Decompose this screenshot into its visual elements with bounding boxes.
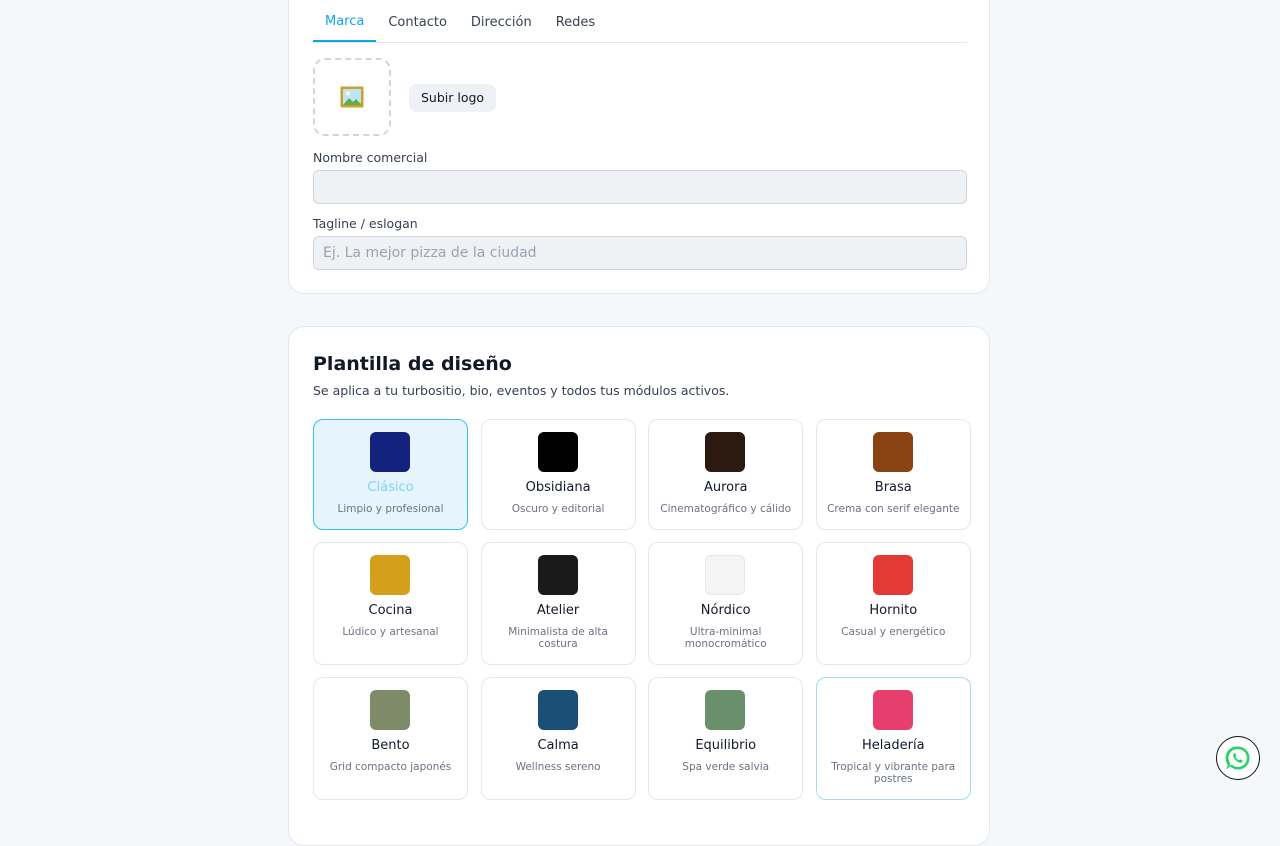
template-name: Brasa	[874, 480, 912, 495]
template-description: Minimalista de alta costura	[508, 626, 608, 650]
template-name: Hornito	[869, 603, 918, 618]
template-option-cocina[interactable]: Cocina Lúdico y artesanal	[313, 542, 468, 665]
template-option-atelier[interactable]: Atelier Minimalista de alta costura	[480, 542, 636, 665]
template-description: Grid compacto japonés	[329, 761, 452, 773]
template-section-title: Plantilla de diseño	[313, 353, 512, 375]
template-description: Limpio y profesional	[337, 503, 444, 515]
template-name: Clásico	[367, 480, 414, 495]
template-option-clasico[interactable]: Clásico Limpio y profesional	[313, 419, 468, 530]
logo-upload-area[interactable]	[313, 58, 391, 136]
template-name: Heladería	[862, 738, 925, 753]
template-name: Bento	[371, 738, 410, 753]
color-swatch	[370, 690, 410, 730]
template-name: Aurora	[703, 480, 748, 495]
color-swatch	[537, 432, 578, 472]
template-option-heladeria[interactable]: Heladería Tropical y vibrante para postr…	[815, 677, 971, 800]
template-name: Calma	[537, 738, 579, 753]
color-swatch	[872, 432, 913, 472]
tab-contacto[interactable]: Contacto	[376, 1, 459, 41]
template-description: Lúdico y artesanal	[342, 626, 439, 638]
template-description: Cinematográfico y cálido	[660, 503, 792, 515]
color-swatch	[705, 690, 746, 730]
template-option-bento[interactable]: Bento Grid compacto japonés	[313, 677, 468, 800]
template-description: Crema con serif elegante	[827, 503, 960, 515]
color-swatch	[370, 555, 410, 595]
color-swatch	[872, 555, 913, 595]
template-description: Tropical y vibrante para postres	[831, 761, 956, 785]
color-swatch	[537, 690, 578, 730]
template-grid: Clásico Limpio y profesional Obsidiana O…	[313, 419, 971, 800]
color-swatch	[705, 555, 746, 595]
brand-tabs: Marca Contacto Dirección Redes	[313, 1, 967, 43]
template-name: Nórdico	[700, 603, 751, 618]
tab-marca[interactable]: Marca	[313, 1, 377, 42]
tab-direccion[interactable]: Dirección	[459, 1, 544, 41]
tab-redes[interactable]: Redes	[544, 1, 607, 41]
brand-card: Marca Contacto Dirección Redes Subir log…	[288, 0, 990, 294]
template-description: Oscuro y editorial	[511, 503, 605, 515]
template-option-nordico[interactable]: Nórdico Ultra-minimal monocromático	[648, 542, 804, 665]
tagline-input[interactable]	[313, 236, 967, 270]
template-option-obsidiana[interactable]: Obsidiana Oscuro y editorial	[480, 419, 636, 530]
color-swatch	[537, 555, 578, 595]
upload-logo-button[interactable]: Subir logo	[409, 84, 497, 112]
template-name: Atelier	[536, 603, 580, 618]
template-description: Ultra-minimal monocromático	[684, 626, 767, 650]
template-option-equilibrio[interactable]: Equilibrio Spa verde salvia	[648, 677, 804, 800]
template-description: Casual y energético	[841, 626, 946, 638]
business-name-input[interactable]	[313, 170, 967, 204]
color-swatch	[705, 432, 746, 472]
template-option-hornito[interactable]: Hornito Casual y energético	[815, 542, 971, 665]
template-name: Obsidiana	[525, 480, 591, 495]
whatsapp-icon	[1225, 746, 1250, 770]
framed-picture-icon	[340, 86, 364, 108]
business-name-label: Nombre comercial	[313, 150, 428, 165]
color-swatch	[370, 432, 410, 472]
template-option-aurora[interactable]: Aurora Cinematográfico y cálido	[648, 419, 804, 530]
template-card: Plantilla de diseño Se aplica a tu turbo…	[288, 326, 990, 846]
template-option-brasa[interactable]: Brasa Crema con serif elegante	[815, 419, 971, 530]
template-description: Spa verde salvia	[682, 761, 770, 773]
template-name: Cocina	[368, 603, 413, 618]
tagline-label: Tagline / eslogan	[313, 216, 418, 231]
color-swatch	[872, 690, 913, 730]
template-name: Equilibrio	[695, 738, 757, 753]
template-description: Wellness sereno	[515, 761, 601, 773]
whatsapp-button[interactable]	[1216, 736, 1260, 780]
template-section-subtitle: Se aplica a tu turbositio, bio, eventos …	[313, 383, 730, 398]
template-option-calma[interactable]: Calma Wellness sereno	[480, 677, 636, 800]
